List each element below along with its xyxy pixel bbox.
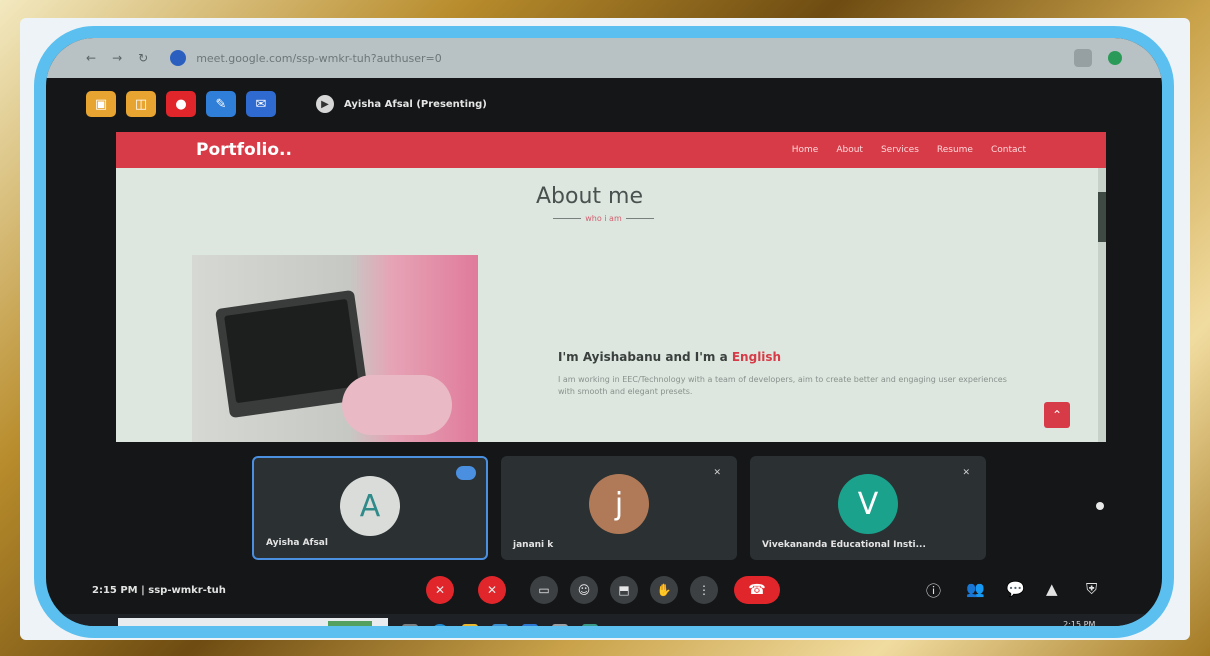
meet-controls: 2:15 PM | ssp-wmkr-tuh ✕ ✕ ▭ ☺ ⬒ ✋ ⋮ ☎ ⓘ… [46, 570, 1162, 610]
intro-description: I am working in EEC/Technology with a te… [558, 375, 1007, 396]
taskbar-search[interactable]: ⌕ Type here to search [118, 618, 388, 638]
clock-date: 07-06-2022 [1056, 632, 1103, 638]
participant-name: Vivekananda Educational Insti... [762, 540, 926, 550]
site-navbar: Portfolio.. Home About Services Resume C… [116, 132, 1106, 168]
forward-icon[interactable]: → [112, 51, 122, 65]
taskbar-clock[interactable]: 2:15 PM 07-06-2022 [1056, 619, 1103, 638]
avatar: V [838, 474, 898, 534]
tray-language[interactable]: ENG [946, 626, 965, 636]
menu-item-services[interactable]: Services [881, 145, 919, 155]
avatar: j [589, 474, 649, 534]
menu-item-about[interactable]: About [836, 145, 863, 155]
muted-icon: ✕ [713, 468, 721, 478]
search-placeholder: Type here to search [142, 627, 231, 637]
reload-icon[interactable]: ↻ [138, 51, 148, 65]
photographed-screen: ← → ↻ meet.google.com/ssp-wmkr-tuh?authu… [34, 26, 1174, 638]
scroll-to-top-button[interactable]: ⌃ [1044, 402, 1070, 428]
scrollbar-thumb[interactable] [1098, 192, 1106, 242]
more-participants-icon[interactable] [1096, 502, 1104, 510]
participant-tile-vivekananda[interactable]: V ✕ Vivekananda Educational Insti... [750, 456, 986, 560]
mail-icon[interactable] [522, 624, 538, 626]
clock-time: 2:15 PM [1063, 620, 1096, 629]
toolbar-app-3-icon[interactable]: ● [166, 91, 196, 117]
participant-name: Ayisha Afsal [266, 538, 328, 548]
participant-tile-ayisha[interactable]: A Ayisha Afsal [252, 456, 488, 560]
weather-temp: 32°C [806, 626, 829, 636]
meeting-time: 2:15 PM [92, 584, 138, 596]
back-icon[interactable]: ← [86, 51, 96, 65]
meet-toolbar: ▣ ◫ ● ✎ ✉ ▶ Ayisha Afsal (Presenting) [46, 82, 1162, 126]
presenting-icon: ▶ [316, 95, 334, 113]
edge-icon[interactable] [432, 624, 448, 626]
shared-screen: Portfolio.. Home About Services Resume C… [116, 132, 1106, 442]
weather-icon[interactable]: ☁ [786, 626, 795, 636]
participant-name: janani k [513, 540, 554, 550]
toolbar-app-1-icon[interactable]: ▣ [86, 91, 116, 117]
notifications-icon[interactable]: ▤ [1114, 623, 1125, 626]
windows-start-icon[interactable]: ⊞ [90, 624, 102, 626]
about-image [192, 255, 478, 442]
menu-item-resume[interactable]: Resume [937, 145, 973, 155]
url-text: meet.google.com/ssp-wmkr-tuh?authuser=0 [196, 51, 442, 65]
presenter-indicator: ▶ Ayisha Afsal (Presenting) [316, 95, 487, 113]
intro-prefix: I'm Ayishabanu and I'm a [558, 350, 732, 364]
menu-item-home[interactable]: Home [792, 145, 819, 155]
site-brand[interactable]: Portfolio.. [196, 140, 292, 160]
profile-icon[interactable] [1108, 51, 1122, 65]
site-menu: Home About Services Resume Contact [792, 145, 1026, 155]
toolbar-app-5-icon[interactable]: ✉ [246, 91, 276, 117]
participant-tile-janani[interactable]: j ✕ janani k [501, 456, 737, 560]
toolbar-app-2-icon[interactable]: ◫ [126, 91, 156, 117]
info-icon[interactable]: ⓘ [926, 580, 941, 601]
mic-off-button[interactable]: ✕ [426, 576, 454, 604]
camera-off-button[interactable]: ✕ [478, 576, 506, 604]
address-bar[interactable]: meet.google.com/ssp-wmkr-tuh?authuser=0 [170, 46, 1074, 70]
active-app-icon[interactable] [582, 624, 598, 626]
raise-hand-button[interactable]: ✋ [650, 576, 678, 604]
search-icon: ⌕ [128, 625, 135, 638]
task-view-icon[interactable] [402, 624, 418, 626]
about-subtitle: who i am [536, 214, 671, 223]
toolbar-app-4-icon[interactable]: ✎ [206, 91, 236, 117]
hand-illustration [342, 375, 452, 435]
avatar: A [340, 476, 400, 536]
about-heading: About me [536, 184, 644, 209]
extension-icon[interactable] [1074, 49, 1092, 67]
browser-chrome: ← → ↻ meet.google.com/ssp-wmkr-tuh?authu… [46, 38, 1162, 78]
muted-icon: ✕ [962, 468, 970, 478]
host-controls-icon[interactable]: ⛨ [1086, 580, 1097, 598]
system-tray-icons[interactable]: ⌃ ◉ ▮ ♪ [866, 626, 901, 636]
site-info-icon[interactable] [170, 50, 187, 66]
search-highlight-image [328, 621, 372, 626]
chat-icon[interactable]: 💬 [1006, 580, 1025, 598]
store-icon[interactable] [492, 624, 508, 626]
emoji-button[interactable]: ☺ [570, 576, 598, 604]
more-options-button[interactable]: ⋮ [690, 576, 718, 604]
presenter-label: Ayisha Afsal (Presenting) [344, 98, 487, 110]
menu-item-contact[interactable]: Contact [991, 145, 1026, 155]
captions-button[interactable]: ▭ [530, 576, 558, 604]
people-icon[interactable]: 👥 [966, 580, 985, 598]
speaking-badge-icon [456, 466, 476, 480]
leave-call-button[interactable]: ☎ [734, 576, 780, 604]
present-button[interactable]: ⬒ [610, 576, 638, 604]
activities-icon[interactable]: ▲ [1046, 580, 1058, 598]
intro-text: I'm Ayishabanu and I'm a English [558, 350, 781, 364]
windows-taskbar: ⊞ ⌕ Type here to search ☁ 32°C ⌃ ◉ ▮ ♪ E… [46, 614, 1162, 638]
app-icon[interactable] [552, 624, 568, 626]
file-explorer-icon[interactable] [462, 624, 478, 626]
meeting-code: ssp-wmkr-tuh [148, 584, 226, 596]
meeting-time-and-code: 2:15 PM | ssp-wmkr-tuh [92, 585, 226, 596]
meeting-separator: | [141, 584, 145, 596]
intro-accent: English [731, 350, 782, 364]
